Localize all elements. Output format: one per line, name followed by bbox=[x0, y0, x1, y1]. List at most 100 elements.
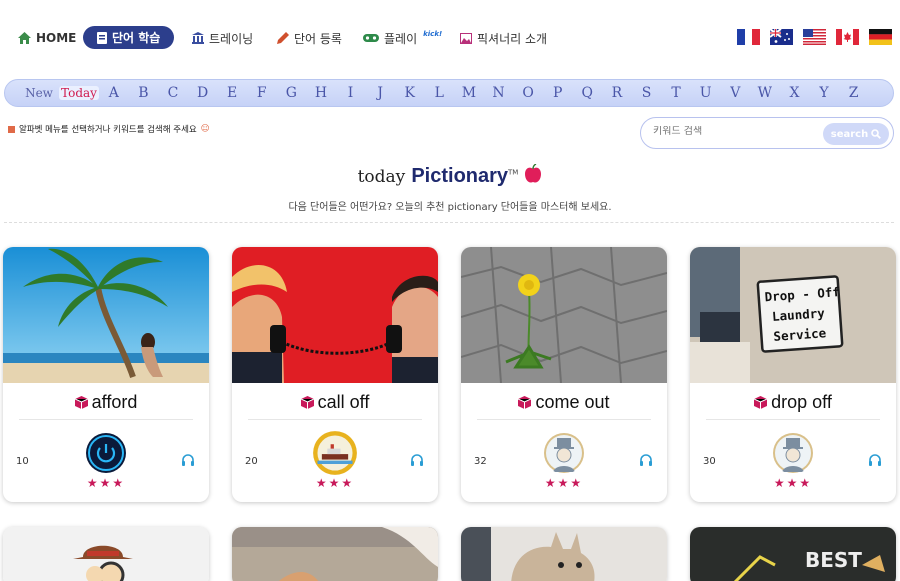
search-button[interactable]: search bbox=[823, 123, 889, 145]
ship-badge bbox=[313, 431, 357, 475]
title-tm: TM bbox=[508, 168, 519, 177]
usa-flag[interactable] bbox=[803, 29, 826, 45]
card-word: drop off bbox=[690, 392, 896, 413]
box-icon bbox=[74, 396, 88, 409]
alpha-new[interactable]: New bbox=[19, 86, 59, 100]
nav-about-label: 픽셔너리 소개 bbox=[477, 31, 548, 46]
alpha-letter-f[interactable]: F bbox=[247, 85, 277, 101]
card-image-phones bbox=[232, 247, 438, 383]
germany-flag[interactable] bbox=[869, 29, 892, 45]
search-box: search bbox=[640, 117, 894, 149]
canada-flag[interactable] bbox=[836, 29, 859, 45]
box-icon bbox=[518, 396, 532, 409]
title-brand: Pictionary bbox=[411, 165, 509, 187]
nav-training[interactable]: 트레이닝 bbox=[192, 27, 253, 49]
search-input[interactable] bbox=[653, 126, 823, 137]
word-card[interactable] bbox=[461, 527, 667, 581]
top-navigation: HOME 단어 학습 트레이닝 단어 등록 플레이 kick! 픽셔너리 소개 bbox=[0, 0, 900, 76]
alpha-letter-n[interactable]: N bbox=[484, 85, 514, 101]
alpha-letter-y[interactable]: Y bbox=[809, 85, 839, 101]
search-button-label: search bbox=[830, 128, 869, 140]
word-card[interactable] bbox=[232, 527, 438, 581]
card-word: call off bbox=[232, 392, 438, 413]
card-stars: ★★★ bbox=[773, 476, 813, 490]
nav-home[interactable]: HOME bbox=[18, 27, 76, 49]
page-title: today PictionaryTM bbox=[0, 163, 900, 188]
alpha-letter-a[interactable]: A bbox=[99, 85, 129, 101]
australia-flag[interactable] bbox=[770, 29, 793, 45]
alpha-letter-v[interactable]: V bbox=[720, 85, 750, 101]
alpha-letter-j[interactable]: J bbox=[365, 85, 395, 101]
card-divider bbox=[477, 419, 651, 420]
book-icon bbox=[97, 31, 107, 44]
alpha-letter-g[interactable]: G bbox=[277, 85, 307, 101]
alpha-today[interactable]: Today bbox=[59, 86, 99, 100]
alpha-letter-o[interactable]: O bbox=[513, 85, 543, 101]
alpha-letter-h[interactable]: H bbox=[306, 85, 336, 101]
word-card[interactable]: Drop - Off Laundry Service drop off 30 ★… bbox=[690, 247, 896, 502]
france-flag[interactable] bbox=[737, 29, 760, 45]
hint-label: 알파벳 메뉴를 선택하거나 키워드를 검색해 주세요 bbox=[19, 125, 197, 135]
bullet-square bbox=[8, 125, 15, 133]
word-card[interactable]: come out 32 ★★★ bbox=[461, 247, 667, 502]
card-word-label: come out bbox=[535, 392, 610, 412]
pencil-icon bbox=[277, 32, 289, 44]
alpha-letter-i[interactable]: I bbox=[336, 85, 366, 101]
card-word-label: call off bbox=[317, 392, 370, 412]
alpha-letter-b[interactable]: B bbox=[129, 85, 159, 101]
nav-register[interactable]: 단어 등록 bbox=[277, 27, 342, 49]
home-icon bbox=[18, 32, 31, 44]
word-card[interactable] bbox=[3, 527, 209, 581]
word-card[interactable]: BEST bbox=[690, 527, 896, 581]
alpha-letter-z[interactable]: Z bbox=[839, 85, 869, 101]
card-image-chalkboard: BEST bbox=[690, 527, 896, 581]
alpha-letter-k[interactable]: K bbox=[395, 85, 425, 101]
alpha-letter-x[interactable]: X bbox=[780, 85, 810, 101]
card-stars: ★★★ bbox=[86, 476, 126, 490]
alpha-letter-m[interactable]: M bbox=[454, 85, 484, 101]
card-word: come out bbox=[461, 392, 667, 413]
alpha-letter-e[interactable]: E bbox=[217, 85, 247, 101]
alpha-letter-l[interactable]: L bbox=[425, 85, 455, 101]
alpha-letter-p[interactable]: P bbox=[543, 85, 573, 101]
avatar-badge bbox=[773, 433, 813, 473]
card-word-label: drop off bbox=[771, 392, 832, 412]
image-icon bbox=[460, 32, 472, 44]
kick-badge: kick! bbox=[423, 30, 443, 38]
nav-register-label: 단어 등록 bbox=[294, 31, 342, 46]
headphones-icon[interactable] bbox=[639, 453, 653, 467]
card-image-beach bbox=[3, 247, 209, 383]
card-image-dandelion bbox=[461, 247, 667, 383]
alpha-letter-s[interactable]: S bbox=[632, 85, 662, 101]
alpha-letter-t[interactable]: T bbox=[661, 85, 691, 101]
word-card[interactable]: call off 20 ★★★ bbox=[232, 247, 438, 502]
building-icon bbox=[192, 32, 204, 44]
card-divider bbox=[19, 419, 193, 420]
headphones-icon[interactable] bbox=[181, 453, 195, 467]
title-prefix: today bbox=[357, 167, 406, 187]
alpha-letter-r[interactable]: R bbox=[602, 85, 632, 101]
alpha-letter-q[interactable]: Q bbox=[573, 85, 603, 101]
nav-training-label: 트레이닝 bbox=[209, 31, 254, 46]
nav-study[interactable]: 단어 학습 bbox=[83, 26, 175, 49]
divider bbox=[4, 222, 894, 223]
apple-icon bbox=[525, 163, 542, 183]
nav-play[interactable]: 플레이 kick! bbox=[363, 27, 442, 49]
smile-icon: ☺ bbox=[200, 124, 210, 134]
power-icon bbox=[86, 433, 126, 473]
card-image-hands bbox=[232, 527, 438, 581]
alpha-letter-w[interactable]: W bbox=[750, 85, 780, 101]
nav-home-label: HOME bbox=[36, 31, 77, 45]
word-card[interactable]: afford 10 ★★★ bbox=[3, 247, 209, 502]
card-word-label: afford bbox=[91, 392, 138, 412]
card-count: 32 bbox=[474, 456, 487, 467]
alpha-letter-u[interactable]: U bbox=[691, 85, 721, 101]
nav-about[interactable]: 픽셔너리 소개 bbox=[460, 27, 547, 49]
alpha-letter-c[interactable]: C bbox=[158, 85, 188, 101]
headphones-icon[interactable] bbox=[868, 453, 882, 467]
gamepad-icon bbox=[363, 34, 379, 42]
alpha-letter-d[interactable]: D bbox=[188, 85, 218, 101]
card-word: afford bbox=[3, 392, 209, 413]
card-stars: ★★★ bbox=[544, 476, 584, 490]
headphones-icon[interactable] bbox=[410, 453, 424, 467]
